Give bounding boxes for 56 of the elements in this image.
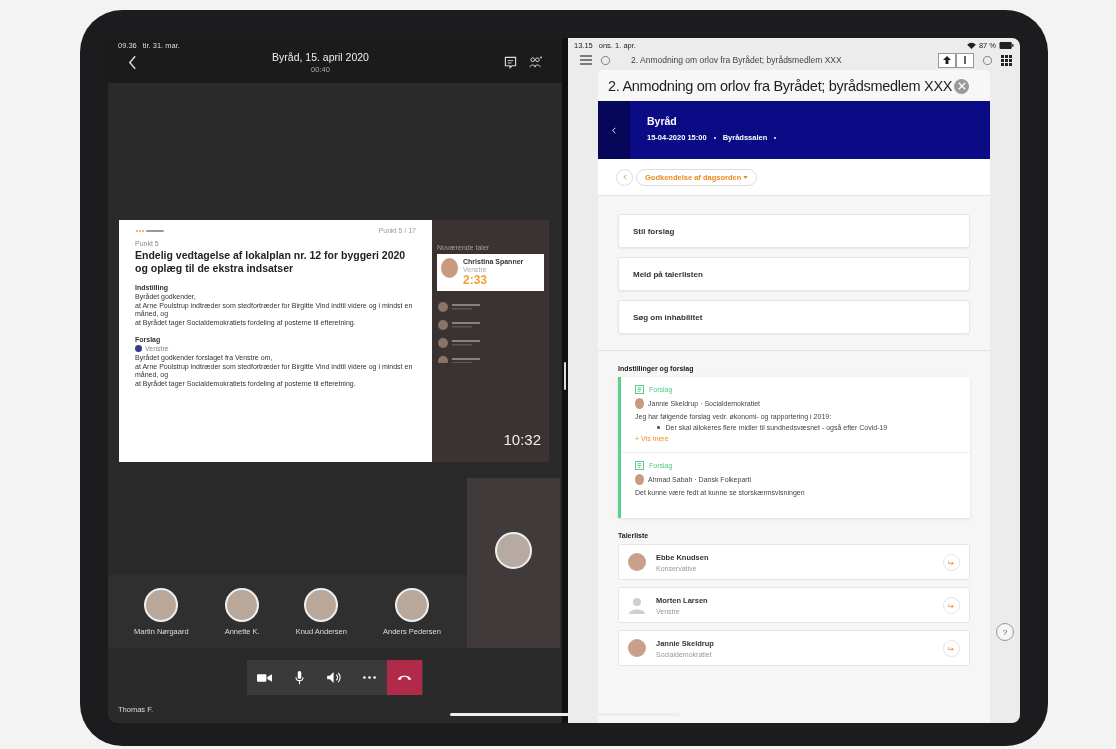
next-button[interactable] xyxy=(956,52,974,68)
menu-icon[interactable] xyxy=(580,55,592,65)
microphone-icon xyxy=(295,670,304,685)
hang-up-icon xyxy=(397,674,412,681)
chevron-left-icon xyxy=(612,126,616,134)
action-button[interactable]: Stil forslag xyxy=(618,214,970,248)
speaker-avatar xyxy=(441,258,458,278)
person-silhouette-icon xyxy=(628,596,646,614)
slide-heading: Endelig vedtagelse af lokalplan nr. 12 for byggeri 2020 og oplæg til de ekstra indsatser xyxy=(135,249,407,275)
meeting-name: Byråd xyxy=(647,115,678,127)
chat-icon[interactable] xyxy=(504,56,517,69)
apps-grid-icon[interactable] xyxy=(1001,54,1012,66)
action-button[interactable]: Søg om inhabilitet xyxy=(618,300,970,334)
participant-avatar xyxy=(495,532,532,569)
document-icon xyxy=(635,385,644,394)
document-icon xyxy=(635,461,644,470)
video-camera-icon xyxy=(257,672,272,683)
wifi-icon xyxy=(966,42,976,49)
participants-icon[interactable] xyxy=(529,56,542,69)
speaker-queue-drawing xyxy=(437,301,481,363)
document-title: 2. Anmodning om orlov fra Byrådet; byrådsmedlem XXX xyxy=(631,55,843,65)
logo-icon xyxy=(135,227,165,234)
line-icon xyxy=(961,56,969,64)
arrow-up-icon xyxy=(943,56,951,64)
arrow-icon xyxy=(948,559,955,565)
author-avatar xyxy=(635,474,644,485)
meeting-title: Byråd, 15. april 2020 xyxy=(272,51,369,63)
bullet-icon xyxy=(657,426,660,429)
speaker-avatar xyxy=(628,553,646,571)
close-icon xyxy=(957,82,966,90)
previous-button[interactable] xyxy=(938,52,956,68)
arrow-icon xyxy=(948,602,955,608)
participant-avatar xyxy=(304,587,339,622)
participant-avatar xyxy=(144,587,179,622)
participant-avatar xyxy=(225,587,260,622)
search-icon[interactable] xyxy=(600,54,611,66)
action-button[interactable]: Meld på talerlisten xyxy=(618,257,970,291)
party-logo-icon xyxy=(135,345,142,352)
back-icon[interactable] xyxy=(128,55,137,70)
split-handle[interactable] xyxy=(564,361,566,390)
more-icon xyxy=(363,676,376,679)
speaking-time: 2:33 xyxy=(463,273,489,287)
speaker-avatar xyxy=(628,639,646,657)
author-avatar xyxy=(635,398,644,409)
battery-icon xyxy=(999,42,1014,49)
speaker-icon xyxy=(327,672,342,683)
chevron-left-icon xyxy=(622,174,627,180)
participant-avatar xyxy=(394,587,429,622)
hang-up-button[interactable] xyxy=(387,660,422,695)
sheet-title: 2. Anmodning om orlov fra Byrådet; byrådsmedlem XXX xyxy=(608,78,953,94)
clock-time: 10:32 xyxy=(503,431,541,448)
caret-icon xyxy=(743,175,749,179)
close-button[interactable] xyxy=(954,78,970,94)
arrow-icon xyxy=(948,645,955,651)
help-button[interactable]: ? xyxy=(996,623,1014,641)
search-icon[interactable] xyxy=(982,54,993,66)
